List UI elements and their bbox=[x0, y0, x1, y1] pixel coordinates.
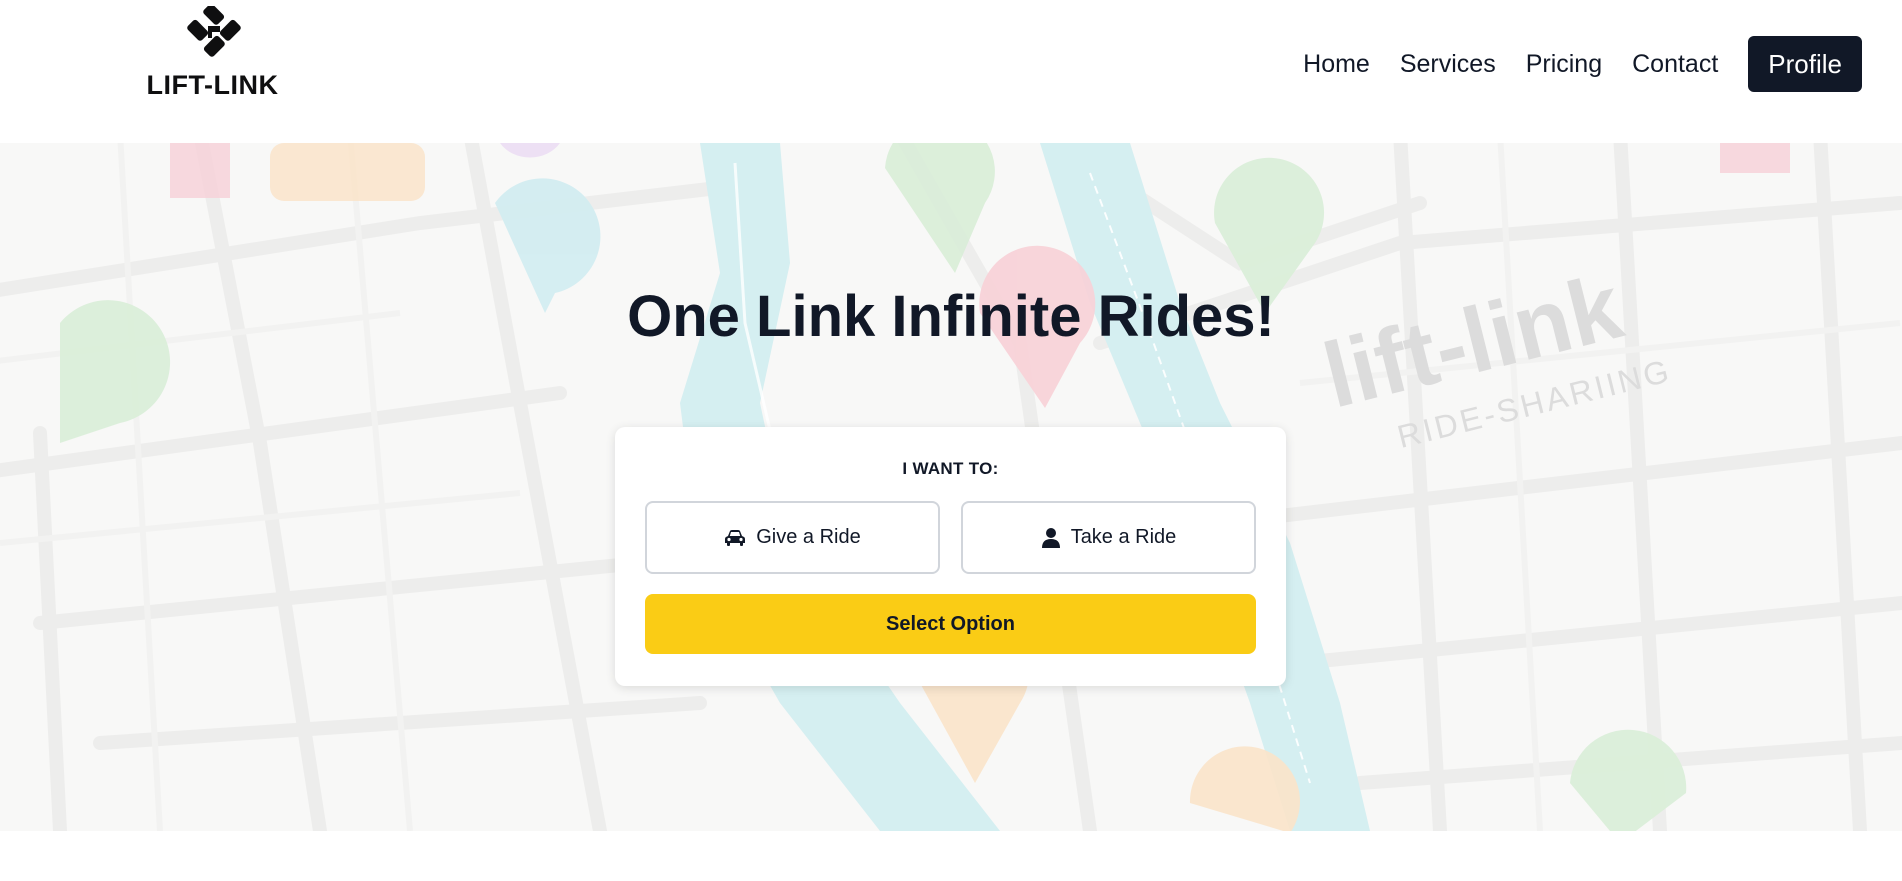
take-ride-label: Take a Ride bbox=[1070, 526, 1177, 548]
nav-services[interactable]: Services bbox=[1400, 50, 1496, 79]
user-icon bbox=[1041, 527, 1060, 548]
card-label: I WANT TO: bbox=[902, 459, 999, 478]
give-ride-label: Give a Ride bbox=[756, 526, 861, 548]
nav-home[interactable]: Home bbox=[1303, 50, 1370, 79]
nav-contact[interactable]: Contact bbox=[1632, 50, 1718, 79]
site-header: LIFT-LINK Home Services Pricing Contact … bbox=[0, 0, 1902, 143]
car-icon bbox=[725, 529, 746, 546]
select-option-button[interactable]: Select Option bbox=[645, 594, 1256, 654]
ride-option-card: I WANT TO: Give a Ride Take a Ride Selec… bbox=[615, 427, 1286, 686]
take-ride-button[interactable]: Take a Ride bbox=[961, 501, 1256, 574]
main-nav: Home Services Pricing Contact Profile bbox=[1303, 36, 1862, 92]
page-bottom bbox=[0, 831, 1902, 881]
nav-pricing[interactable]: Pricing bbox=[1526, 50, 1602, 79]
logo[interactable]: LIFT-LINK bbox=[135, 6, 290, 100]
logo-text: LIFT-LINK bbox=[146, 70, 279, 100]
hero-title: One Link Infinite Rides! bbox=[627, 284, 1275, 349]
link-logo-icon bbox=[187, 6, 241, 57]
give-ride-button[interactable]: Give a Ride bbox=[645, 501, 940, 574]
profile-button[interactable]: Profile bbox=[1748, 36, 1862, 92]
hero-section: lift-link RIDE-SHARIING One Link Infinit… bbox=[0, 143, 1902, 831]
